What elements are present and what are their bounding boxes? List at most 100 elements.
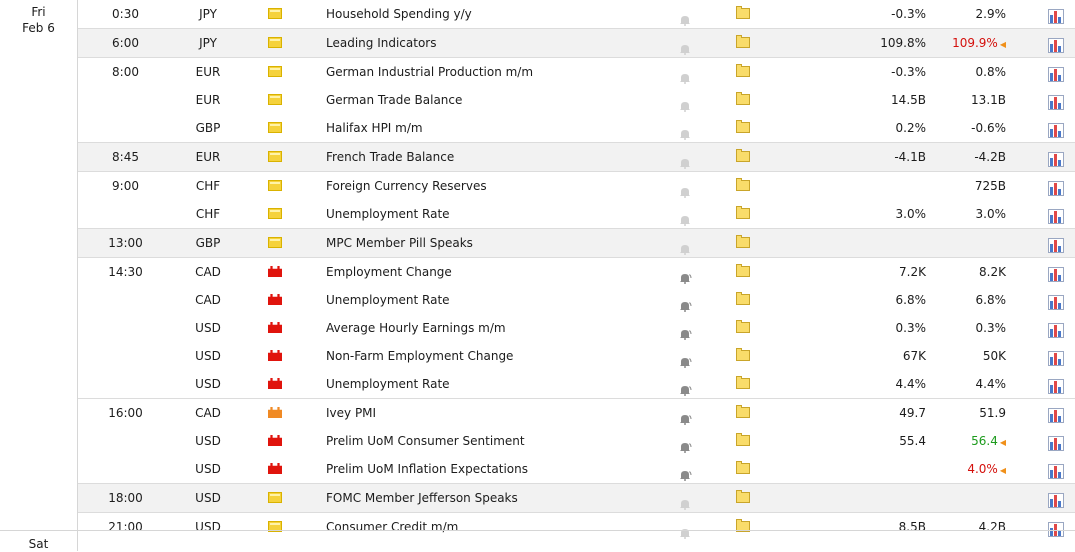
chart-icon[interactable] (1048, 490, 1064, 508)
chart-icon[interactable] (1048, 6, 1064, 24)
folder-icon[interactable] (736, 461, 750, 474)
chart-icon[interactable] (1048, 206, 1064, 224)
event-name[interactable]: FOMC Member Jefferson Speaks (326, 484, 518, 512)
folder-icon[interactable] (736, 178, 750, 191)
event-name[interactable]: Prelim UoM Consumer Sentiment (326, 427, 525, 455)
folder-icon[interactable] (736, 6, 750, 19)
event-row[interactable]: 13:00 GBP MPC Member Pill Speaks (78, 228, 1075, 257)
alert-bell-disabled-icon[interactable] (678, 8, 692, 26)
event-name[interactable]: French Trade Balance (326, 143, 454, 171)
alert-bell-disabled-icon[interactable] (678, 94, 692, 112)
chart-icon[interactable] (1048, 348, 1064, 366)
event-row[interactable]: USD Non-Farm Employment Change 67K 50K (78, 342, 1075, 370)
folder-icon[interactable] (736, 490, 750, 503)
chart-icon[interactable] (1048, 92, 1064, 110)
alert-bell-icon[interactable] (678, 322, 692, 340)
event-name[interactable]: Non-Farm Employment Change (326, 342, 513, 370)
chart-icon[interactable] (1048, 35, 1064, 53)
folder-icon[interactable] (736, 149, 750, 162)
event-row[interactable]: EUR German Trade Balance 14.5B 13.1B (78, 86, 1075, 114)
event-row[interactable]: 14:30 CAD Employment Change 7.2K 8.2K (78, 257, 1075, 286)
chart-icon[interactable] (1048, 235, 1064, 253)
alert-bell-disabled-icon[interactable] (678, 37, 692, 55)
chart-icon[interactable] (1048, 64, 1064, 82)
chart-icon[interactable] (1048, 264, 1064, 282)
event-name[interactable]: Unemployment Rate (326, 286, 450, 314)
event-name[interactable]: MPC Member Pill Speaks (326, 229, 473, 257)
event-row[interactable]: 6:00 JPY Leading Indicators 109.8% 109.9… (78, 28, 1075, 57)
event-row[interactable]: 18:00 USD FOMC Member Jefferson Speaks (78, 483, 1075, 512)
event-row[interactable]: 8:00 EUR German Industrial Production m/… (78, 57, 1075, 86)
chart-icon[interactable] (1048, 292, 1064, 310)
event-row[interactable]: USD Prelim UoM Consumer Sentiment 55.4 5… (78, 427, 1075, 455)
folder-icon[interactable] (736, 433, 750, 446)
event-name[interactable]: Unemployment Rate (326, 200, 450, 228)
event-name[interactable]: Consumer Credit m/m (326, 513, 458, 541)
event-row[interactable]: 8:45 EUR French Trade Balance -4.1B -4.2… (78, 142, 1075, 171)
event-name[interactable]: Prelim UoM Inflation Expectations (326, 455, 528, 483)
event-row[interactable]: USD Average Hourly Earnings m/m 0.3% 0.3… (78, 314, 1075, 342)
alert-bell-disabled-icon[interactable] (678, 237, 692, 255)
alert-bell-icon[interactable] (678, 378, 692, 396)
event-name[interactable]: German Industrial Production m/m (326, 58, 533, 86)
folder-icon[interactable] (736, 320, 750, 333)
event-row[interactable]: USD Prelim UoM Inflation Expectations 4.… (78, 455, 1075, 483)
folder-icon[interactable] (736, 206, 750, 219)
event-row[interactable]: USD Unemployment Rate 4.4% 4.4% (78, 370, 1075, 398)
event-row[interactable]: 9:00 CHF Foreign Currency Reserves 725B (78, 171, 1075, 200)
folder-icon[interactable] (736, 348, 750, 361)
event-name[interactable]: Household Spending y/y (326, 0, 472, 28)
alert-bell-icon[interactable] (678, 350, 692, 368)
chart-icon[interactable] (1048, 461, 1064, 479)
event-forecast: -0.6% (938, 114, 1006, 142)
folder-icon[interactable] (736, 264, 750, 277)
alert-bell-disabled-icon[interactable] (678, 66, 692, 84)
folder-icon[interactable] (736, 120, 750, 133)
folder-icon[interactable] (736, 64, 750, 77)
alert-bell-icon[interactable] (678, 266, 692, 284)
folder-icon[interactable] (736, 235, 750, 248)
chart-icon[interactable] (1048, 433, 1064, 451)
chart-icon[interactable] (1048, 376, 1064, 394)
impact-medium-icon (268, 407, 282, 418)
event-name[interactable]: Ivey PMI (326, 399, 376, 427)
alert-bell-icon[interactable] (678, 463, 692, 481)
event-row[interactable]: GBP Halifax HPI m/m 0.2% -0.6% (78, 114, 1075, 142)
chart-icon[interactable] (1048, 149, 1064, 167)
chart-icon[interactable] (1048, 405, 1064, 423)
event-name[interactable]: German Trade Balance (326, 86, 462, 114)
event-row[interactable]: CHF Unemployment Rate 3.0% 3.0% (78, 200, 1075, 228)
event-name[interactable]: Employment Change (326, 258, 452, 286)
folder-icon[interactable] (736, 376, 750, 389)
event-name[interactable]: Average Hourly Earnings m/m (326, 314, 506, 342)
alert-bell-disabled-icon[interactable] (678, 208, 692, 226)
event-name[interactable]: Halifax HPI m/m (326, 114, 423, 142)
chart-icon[interactable] (1048, 120, 1064, 138)
chart-icon[interactable] (1048, 178, 1064, 196)
alert-bell-disabled-icon[interactable] (678, 180, 692, 198)
alert-bell-disabled-icon[interactable] (678, 521, 692, 539)
event-row[interactable]: 0:30 JPY Household Spending y/y -0.3% 2.… (78, 0, 1075, 28)
alert-bell-icon[interactable] (678, 435, 692, 453)
alert-bell-disabled-icon[interactable] (678, 122, 692, 140)
event-name[interactable]: Leading Indicators (326, 29, 436, 57)
event-row[interactable]: CAD Unemployment Rate 6.8% 6.8% (78, 286, 1075, 314)
event-row[interactable]: 21:00 USD Consumer Credit m/m 8.5B 4.2B (78, 512, 1075, 541)
event-name[interactable]: Unemployment Rate (326, 370, 450, 398)
event-name[interactable]: Foreign Currency Reserves (326, 172, 487, 200)
forecast-value: 109.9% (952, 36, 998, 50)
folder-icon[interactable] (736, 35, 750, 48)
alert-bell-icon[interactable] (678, 294, 692, 312)
forecast-value: -0.6% (971, 121, 1006, 135)
alert-bell-icon[interactable] (678, 407, 692, 425)
folder-icon[interactable] (736, 292, 750, 305)
event-row[interactable]: 16:00 CAD Ivey PMI 49.7 51.9 (78, 398, 1075, 427)
folder-icon[interactable] (736, 92, 750, 105)
event-time: 9:00 (112, 179, 139, 193)
alert-bell-disabled-icon[interactable] (678, 492, 692, 510)
folder-icon[interactable] (736, 405, 750, 418)
event-forecast: 4.4% (938, 370, 1007, 398)
chart-icon[interactable] (1048, 320, 1064, 338)
chart-icon[interactable] (1048, 519, 1064, 537)
alert-bell-disabled-icon[interactable] (678, 151, 692, 169)
